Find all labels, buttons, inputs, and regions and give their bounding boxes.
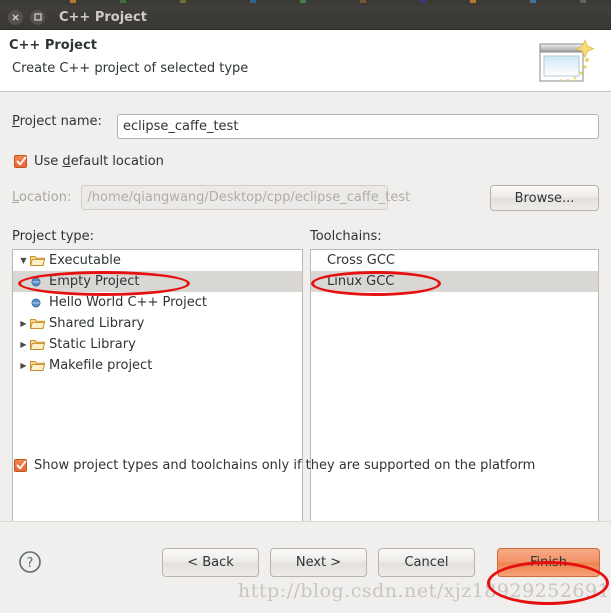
- location-mnemonic: L: [12, 190, 20, 205]
- toolchain-item-label: Cross GCC: [327, 253, 395, 268]
- use-default-mnemonic: d: [62, 154, 71, 169]
- chevron-down-icon[interactable]: ▼: [17, 256, 30, 265]
- project-name-label-rest: roject name:: [19, 114, 102, 129]
- cancel-button[interactable]: Cancel: [378, 548, 475, 577]
- window-titlebar: C++ Project: [0, 5, 611, 30]
- folder-icon: [30, 359, 47, 372]
- finish-button[interactable]: Finish: [497, 548, 600, 577]
- chevron-right-icon[interactable]: ▶: [17, 319, 30, 328]
- project-name-mnemonic: P: [12, 114, 20, 129]
- wizard-body: Project name: eclipse_caffe_test Use def…: [0, 92, 611, 536]
- project-type-item-label: Empty Project: [49, 274, 140, 289]
- project-type-label: Project type:: [12, 229, 95, 244]
- project-type-item-label: Static Library: [49, 337, 136, 352]
- project-type-item[interactable]: ▶ Shared Library: [13, 313, 302, 334]
- project-type-item-label: Shared Library: [49, 316, 145, 331]
- browse-mnemonic: r: [523, 190, 529, 206]
- project-type-item[interactable]: ▶ Static Library: [13, 334, 302, 355]
- maximize-icon[interactable]: [30, 9, 45, 25]
- toolchain-item[interactable]: Linux GCC: [311, 271, 598, 292]
- location-input: /home/qiangwang/Desktop/cpp/eclipse_caff…: [81, 185, 410, 210]
- project-bullet-icon: [31, 277, 47, 287]
- project-type-item-label: Makefile project: [49, 358, 153, 373]
- page-title: C++ Project: [9, 38, 97, 53]
- location-row: Location: /home/qiangwang/Desktop/cpp/ec…: [12, 185, 410, 210]
- use-default-location-label: Use default location: [34, 154, 164, 169]
- show-supported-checkbox[interactable]: Show project types and toolchains only i…: [14, 458, 535, 473]
- project-type-item[interactable]: Hello World C++ Project: [13, 292, 302, 313]
- project-type-item-label: Executable: [49, 253, 121, 268]
- project-type-item[interactable]: Empty Project: [13, 271, 302, 292]
- checkbox-checked-icon: [14, 459, 27, 472]
- toolchains-label: Toolchains:: [310, 229, 382, 244]
- help-icon[interactable]: ?: [18, 550, 42, 574]
- next-button[interactable]: Next >: [270, 548, 367, 577]
- project-name-label: Project name:: [12, 114, 102, 129]
- project-bullet-icon: [31, 298, 47, 308]
- project-type-list[interactable]: ▼ Executable Empty Project Hello World C++ …: [12, 249, 303, 536]
- chevron-right-icon[interactable]: ▶: [17, 361, 30, 370]
- close-icon[interactable]: [8, 9, 23, 25]
- wizard-footer: ? < Back Next > Cancel Finish: [0, 521, 611, 613]
- cpp-project-wizard-window: C++ Project C++ Project Create C++ proje…: [0, 0, 611, 613]
- toolchain-item-label: Linux GCC: [327, 274, 395, 289]
- browse-button[interactable]: Browse...: [490, 185, 599, 211]
- folder-icon: [30, 254, 47, 267]
- back-button[interactable]: < Back: [162, 548, 259, 577]
- project-type-item-label: Hello World C++ Project: [49, 295, 207, 310]
- svg-text:?: ?: [27, 556, 34, 571]
- location-label: Location:: [12, 190, 72, 205]
- toolchains-list[interactable]: Cross GCC Linux GCC: [310, 249, 599, 536]
- new-project-wizard-icon: [535, 34, 597, 88]
- project-type-item[interactable]: ▼ Executable: [13, 250, 302, 271]
- folder-icon: [30, 317, 47, 330]
- checkbox-checked-icon: [14, 155, 27, 168]
- toolchain-item[interactable]: Cross GCC: [311, 250, 598, 271]
- page-subtitle: Create C++ project of selected type: [12, 61, 249, 76]
- chevron-right-icon[interactable]: ▶: [17, 340, 30, 349]
- wizard-header: C++ Project Create C++ project of select…: [0, 30, 611, 92]
- window-title: C++ Project: [59, 9, 147, 25]
- project-type-item[interactable]: ▶ Makefile project: [13, 355, 302, 376]
- folder-icon: [30, 338, 47, 351]
- project-name-input[interactable]: eclipse_caffe_test: [117, 114, 599, 139]
- project-name-row: Project name:: [12, 114, 102, 129]
- show-supported-label: Show project types and toolchains only i…: [34, 458, 536, 473]
- browse-button-label: Browse...: [514, 190, 575, 206]
- use-default-location-checkbox[interactable]: Use default location: [14, 154, 164, 169]
